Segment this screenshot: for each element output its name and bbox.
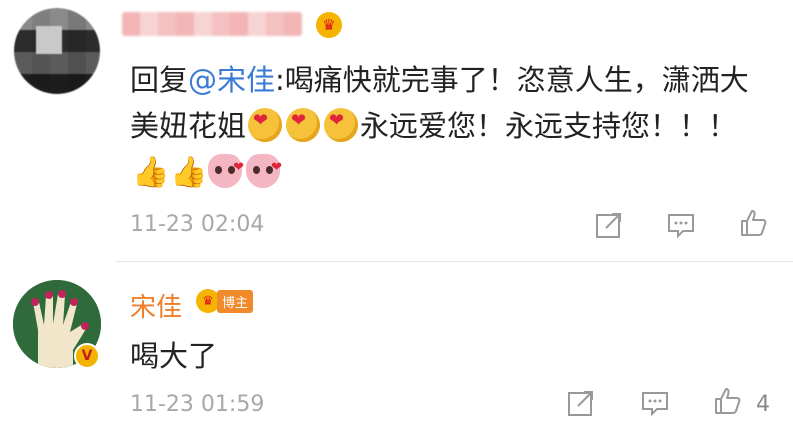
heart-face-emoji-icon: [248, 98, 283, 144]
like-icon[interactable]: [738, 208, 768, 238]
comment-text: 回复@宋佳:喝痛快就完事了！恣意人生，潇洒大美妞花姐永远爱您！永远支持您！！！: [130, 57, 770, 196]
crown-icon: ♛: [316, 12, 342, 38]
verified-icon: V: [74, 343, 100, 369]
heart-face-emoji-icon: [286, 98, 321, 144]
comment-icon[interactable]: [640, 388, 670, 418]
blogger-badge: ♛ 博主: [196, 288, 254, 314]
timestamp: 11-23 02:04: [130, 212, 265, 237]
divider: [115, 261, 793, 262]
like-count: 4: [756, 392, 770, 417]
mention-link[interactable]: @宋佳: [188, 63, 275, 97]
comment-item: ♛ 回复@宋佳:喝痛快就完事了！恣意人生，潇洒大美妞花姐永远爱您！永远支持您！！…: [0, 0, 793, 262]
comment-icon[interactable]: [666, 210, 696, 240]
author-name-blurred[interactable]: [122, 12, 302, 36]
comment-text: 喝大了: [130, 339, 218, 373]
share-icon[interactable]: [594, 210, 624, 240]
thumbs-up-emoji-icon: [132, 150, 169, 196]
comment-text-part2: 永远爱您！永远支持您！！！: [360, 109, 738, 143]
pig-emoji-icon: [208, 145, 244, 191]
author-name[interactable]: 宋佳: [130, 287, 182, 324]
heart-face-emoji-icon: [324, 98, 359, 144]
reply-prefix: 回复: [130, 63, 189, 97]
avatar[interactable]: [14, 8, 100, 94]
pig-emoji-icon: [246, 145, 282, 191]
like-icon[interactable]: [712, 386, 742, 416]
thumbs-up-emoji-icon: [170, 150, 207, 196]
timestamp: 11-23 01:59: [130, 392, 265, 417]
share-icon[interactable]: [566, 388, 596, 418]
badge-label: 博主: [217, 289, 254, 313]
